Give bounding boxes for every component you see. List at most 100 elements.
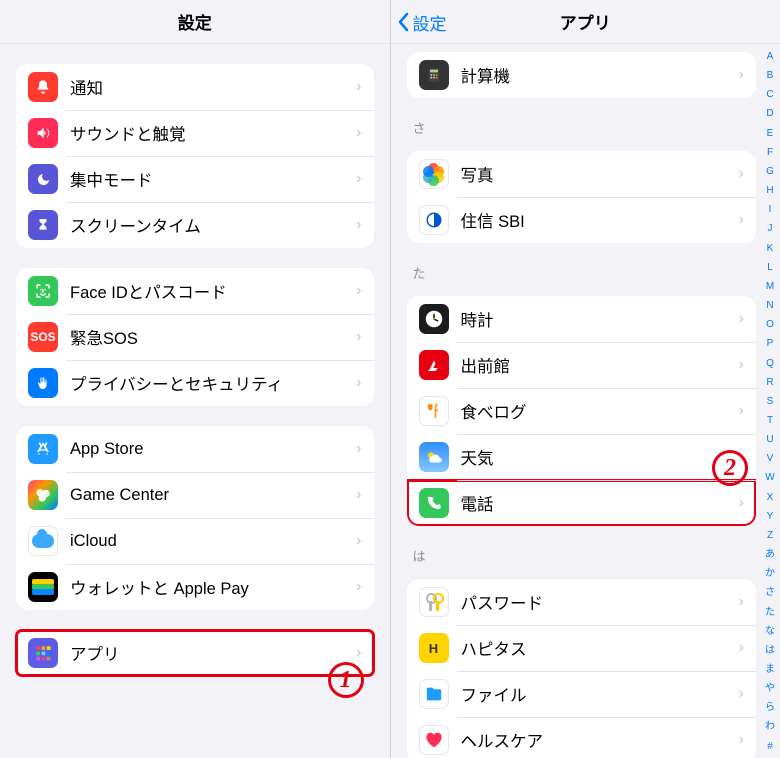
row-label: サウンドと触覚 xyxy=(70,121,356,145)
row-label: 集中モード xyxy=(70,167,356,191)
index-letter[interactable]: T xyxy=(767,416,773,426)
demae-icon xyxy=(419,350,449,380)
index-letter[interactable]: は xyxy=(765,646,775,656)
index-letter[interactable]: や xyxy=(765,684,775,694)
row-label: ファイル xyxy=(461,682,739,706)
chevron-right-icon: › xyxy=(739,66,744,84)
row-clock[interactable]: 時計 › xyxy=(407,296,757,342)
row-calc[interactable]: 計算機 › xyxy=(407,52,757,98)
row-weather[interactable]: 天気 › xyxy=(407,434,757,480)
index-letter[interactable]: あ xyxy=(765,550,775,560)
index-letter[interactable]: V xyxy=(767,454,774,464)
row-gamecenter[interactable]: Game Center › xyxy=(16,472,374,518)
index-letter[interactable]: わ xyxy=(765,722,775,732)
row-photos[interactable]: 写真 › xyxy=(407,151,757,197)
back-button[interactable]: 設定 xyxy=(397,0,447,44)
row-sos[interactable]: SOS 緊急SOS › xyxy=(16,314,374,360)
alpha-index-rail[interactable]: ABCDEFGHIJKLMNOPQRSTUVWXYZあかさたなはまやらわ # xyxy=(762,52,778,752)
row-phone[interactable]: 電話 › xyxy=(407,480,757,526)
chevron-right-icon: › xyxy=(356,440,361,458)
chevron-right-icon: › xyxy=(356,532,361,550)
index-letter[interactable]: A xyxy=(767,52,774,62)
group-services: App Store › Game Center › iCloud › ウォレット… xyxy=(16,426,374,610)
index-letter[interactable]: E xyxy=(767,129,774,139)
row-label: 住信 SBI xyxy=(461,208,739,232)
index-letter[interactable]: O xyxy=(766,320,774,330)
index-letter[interactable]: H xyxy=(766,186,773,196)
faceid-icon xyxy=(28,276,58,306)
index-letter[interactable]: J xyxy=(768,224,773,234)
row-privacy[interactable]: プライバシーとセキュリティ › xyxy=(16,360,374,406)
row-hapitas[interactable]: H ハピタス › xyxy=(407,625,757,671)
index-letter[interactable]: L xyxy=(767,263,773,273)
row-wallet[interactable]: ウォレットと Apple Pay › xyxy=(16,564,374,610)
row-notifications[interactable]: 通知 › xyxy=(16,64,374,110)
group-ta: 時計 › 出前館 › 食べログ › 天気 xyxy=(407,296,757,526)
row-tabelog[interactable]: 食べログ › xyxy=(407,388,757,434)
row-focus[interactable]: 集中モード › xyxy=(16,156,374,202)
row-label: アプリ xyxy=(70,641,356,665)
index-letter[interactable]: K xyxy=(767,244,774,254)
row-label: ウォレットと Apple Pay xyxy=(70,575,356,599)
row-screentime[interactable]: スクリーンタイム › xyxy=(16,202,374,248)
index-letter[interactable]: さ xyxy=(765,588,775,598)
row-label: 通知 xyxy=(70,75,356,99)
row-sound[interactable]: サウンドと触覚 › xyxy=(16,110,374,156)
row-label: 電話 xyxy=(461,491,739,515)
chevron-right-icon: › xyxy=(739,211,744,229)
index-letter[interactable]: I xyxy=(769,205,772,215)
index-letter[interactable]: ら xyxy=(765,703,775,713)
index-letter[interactable]: C xyxy=(766,90,773,100)
folder-icon xyxy=(419,679,449,709)
row-label: プライバシーとセキュリティ xyxy=(70,371,356,395)
index-letter[interactable]: # xyxy=(767,742,773,752)
chevron-right-icon: › xyxy=(739,402,744,420)
chevron-right-icon: › xyxy=(739,494,744,512)
callout-2: 2 xyxy=(712,450,748,486)
row-demae[interactable]: 出前館 › xyxy=(407,342,757,388)
row-label: 計算機 xyxy=(461,63,739,87)
index-letter[interactable]: P xyxy=(767,339,774,349)
row-label: ハピタス xyxy=(461,636,739,660)
index-letter[interactable]: U xyxy=(766,435,773,445)
row-health[interactable]: ヘルスケア › xyxy=(407,717,757,758)
index-letter[interactable]: G xyxy=(766,167,774,177)
settings-content: 通知 › サウンドと触覚 › 集中モード › xyxy=(0,44,390,758)
index-letter[interactable]: W xyxy=(765,473,774,483)
index-letter[interactable]: F xyxy=(767,148,773,158)
bell-icon xyxy=(28,72,58,102)
row-files[interactable]: ファイル › xyxy=(407,671,757,717)
index-letter[interactable]: S xyxy=(767,397,774,407)
index-letter[interactable]: M xyxy=(766,282,774,292)
index-letter[interactable]: D xyxy=(766,109,773,119)
row-label: スクリーンタイム xyxy=(70,213,356,237)
index-letter[interactable]: N xyxy=(766,301,773,311)
chevron-right-icon: › xyxy=(739,310,744,328)
section-label-sa: さ xyxy=(407,98,757,143)
index-letter[interactable]: R xyxy=(766,378,773,388)
index-letter[interactable]: Z xyxy=(767,531,773,541)
row-label: Face IDとパスコード xyxy=(70,279,356,303)
index-letter[interactable]: Y xyxy=(767,512,774,522)
index-letter[interactable]: た xyxy=(765,608,775,618)
index-letter[interactable]: Q xyxy=(766,359,774,369)
index-letter[interactable]: ま xyxy=(765,665,775,675)
row-passwords[interactable]: パスワード › xyxy=(407,579,757,625)
row-sbi[interactable]: 住信 SBI › xyxy=(407,197,757,243)
row-appstore[interactable]: App Store › xyxy=(16,426,374,472)
chevron-right-icon: › xyxy=(356,170,361,188)
row-faceid[interactable]: Face IDとパスコード › xyxy=(16,268,374,314)
row-icloud[interactable]: iCloud › xyxy=(16,518,374,564)
hapitas-icon: H xyxy=(419,633,449,663)
heart-icon xyxy=(419,725,449,755)
index-letter[interactable]: X xyxy=(767,493,774,503)
index-letter[interactable]: B xyxy=(767,71,774,81)
row-label: パスワード xyxy=(461,590,739,614)
index-letter[interactable]: な xyxy=(765,627,775,637)
index-letter[interactable]: か xyxy=(765,569,775,579)
group-sec0: 計算機 › xyxy=(407,52,757,98)
row-apps[interactable]: アプリ › xyxy=(16,630,374,676)
chevron-left-icon xyxy=(397,11,411,33)
chevron-right-icon: › xyxy=(356,282,361,300)
sbi-icon xyxy=(419,205,449,235)
